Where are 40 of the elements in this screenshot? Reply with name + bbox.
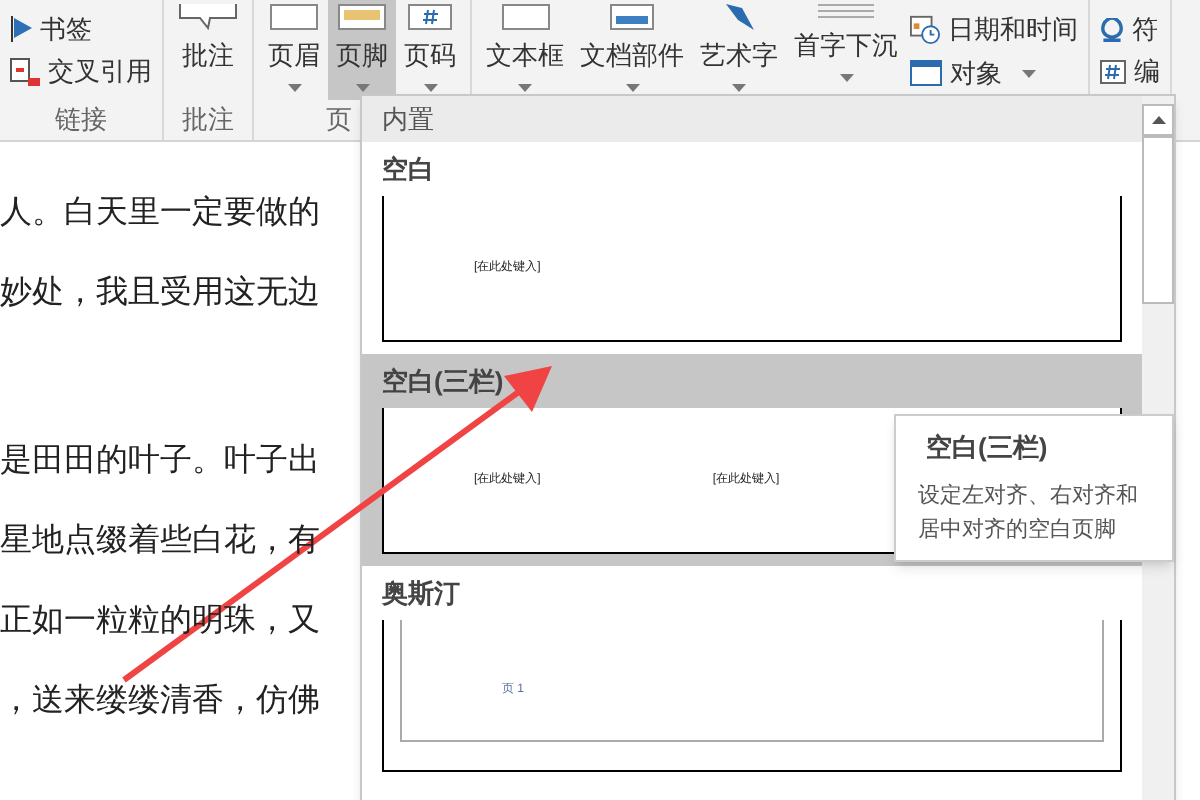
ribbon-button[interactable]: 艺术字 bbox=[692, 0, 786, 100]
scrollbar-thumb[interactable] bbox=[1142, 136, 1174, 304]
calendar-clock-icon bbox=[910, 14, 940, 44]
caret-icon bbox=[839, 74, 853, 82]
ribbon-button[interactable]: 符 bbox=[1100, 14, 1160, 44]
caret-icon bbox=[1022, 69, 1036, 77]
document-text: 人。白天里一定要做的 bbox=[0, 193, 320, 234]
document-text: 是田田的叶子。叶子出 bbox=[0, 441, 320, 482]
tooltip-title: 空白(三栏) bbox=[924, 430, 1050, 466]
wordart-icon bbox=[725, 4, 753, 30]
gallery-header: 内置 bbox=[362, 96, 1142, 142]
group-label: 链接 bbox=[55, 102, 107, 139]
page-footer-icon bbox=[338, 4, 386, 30]
ribbon-button[interactable]: 批注 bbox=[170, 0, 246, 100]
ribbon-button[interactable]: 文本框 bbox=[478, 0, 572, 100]
omega-icon bbox=[1100, 17, 1124, 41]
ribbon-button[interactable]: 首字下沉 bbox=[786, 0, 906, 100]
flag-icon bbox=[10, 15, 32, 41]
document-text: 妙处，我且受用这无边 bbox=[0, 273, 320, 314]
gallery-item-title: 奥斯汀 bbox=[380, 575, 462, 612]
numbering-icon bbox=[1100, 59, 1126, 83]
cross-reference-icon bbox=[10, 57, 40, 85]
document-text: ，送来缕缕清香，仿佛 bbox=[0, 681, 320, 722]
gallery-item-title: 空白 bbox=[380, 151, 436, 188]
ribbon-button[interactable]: 页码 bbox=[396, 0, 464, 100]
group-label: 页 bbox=[326, 102, 352, 139]
scroll-up-icon[interactable] bbox=[1151, 116, 1165, 124]
window-icon bbox=[910, 60, 942, 86]
caret-icon bbox=[355, 84, 369, 92]
caret-icon bbox=[287, 84, 301, 92]
lines-icon bbox=[818, 4, 874, 20]
ribbon-button[interactable]: 交叉引用 bbox=[10, 55, 152, 87]
gallery-item-title: 空白(三栏) bbox=[380, 363, 506, 400]
ribbon-button[interactable]: 页脚 bbox=[328, 0, 396, 100]
ribbon-button[interactable]: 对象 bbox=[910, 58, 1078, 88]
ribbon-button[interactable]: 书签 bbox=[10, 13, 152, 43]
ribbon-button[interactable]: 编 bbox=[1100, 56, 1160, 86]
group-label: 批注 bbox=[182, 102, 234, 139]
ribbon-button[interactable]: 日期和时间 bbox=[910, 12, 1078, 46]
ribbon-button[interactable]: 页眉 bbox=[260, 0, 328, 100]
